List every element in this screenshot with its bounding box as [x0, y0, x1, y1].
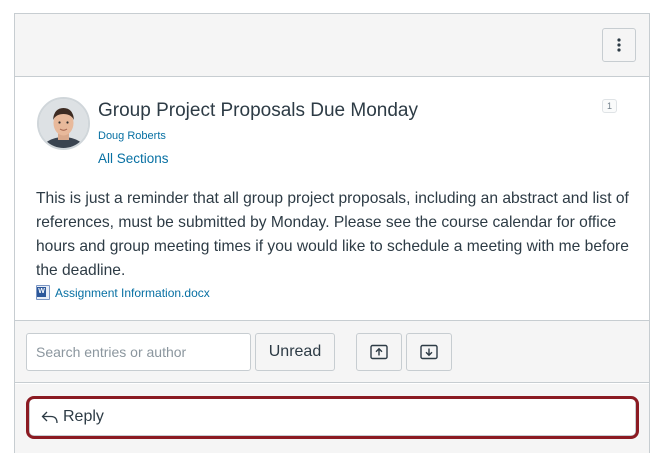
reply-label: Reply — [63, 408, 104, 425]
post-body: This is just a reminder that all group p… — [36, 190, 629, 279]
discussion-header-bar — [15, 14, 649, 77]
expand-threads-icon — [420, 344, 438, 360]
options-menu-button[interactable] — [602, 28, 636, 62]
collapse-threads-button[interactable] — [356, 333, 402, 371]
discussion-toolbar: Unread — [15, 320, 649, 383]
unread-filter-button[interactable]: Unread — [255, 333, 335, 371]
search-input[interactable] — [26, 333, 251, 371]
expand-threads-button[interactable] — [406, 333, 452, 371]
kebab-vertical-icon — [617, 38, 621, 52]
author-link[interactable]: Doug Roberts — [98, 130, 166, 142]
avatar[interactable] — [37, 97, 90, 150]
attachment-link[interactable]: Assignment Information.docx — [55, 286, 210, 300]
reply-arrow-icon — [41, 411, 58, 424]
word-document-icon — [36, 285, 50, 300]
post-title: Group Project Proposals Due Monday — [98, 100, 418, 121]
discussion-card: Group Project Proposals Due Monday Doug … — [14, 13, 650, 453]
attachment[interactable]: Assignment Information.docx — [36, 285, 210, 300]
discussion-post: Group Project Proposals Due Monday Doug … — [15, 78, 649, 320]
reply-count-badge: 1 — [601, 99, 617, 113]
sections-link[interactable]: All Sections — [98, 151, 169, 166]
reply-area: Reply — [15, 384, 649, 453]
reply-button[interactable]: Reply — [29, 398, 636, 436]
collapse-threads-icon — [370, 344, 388, 360]
